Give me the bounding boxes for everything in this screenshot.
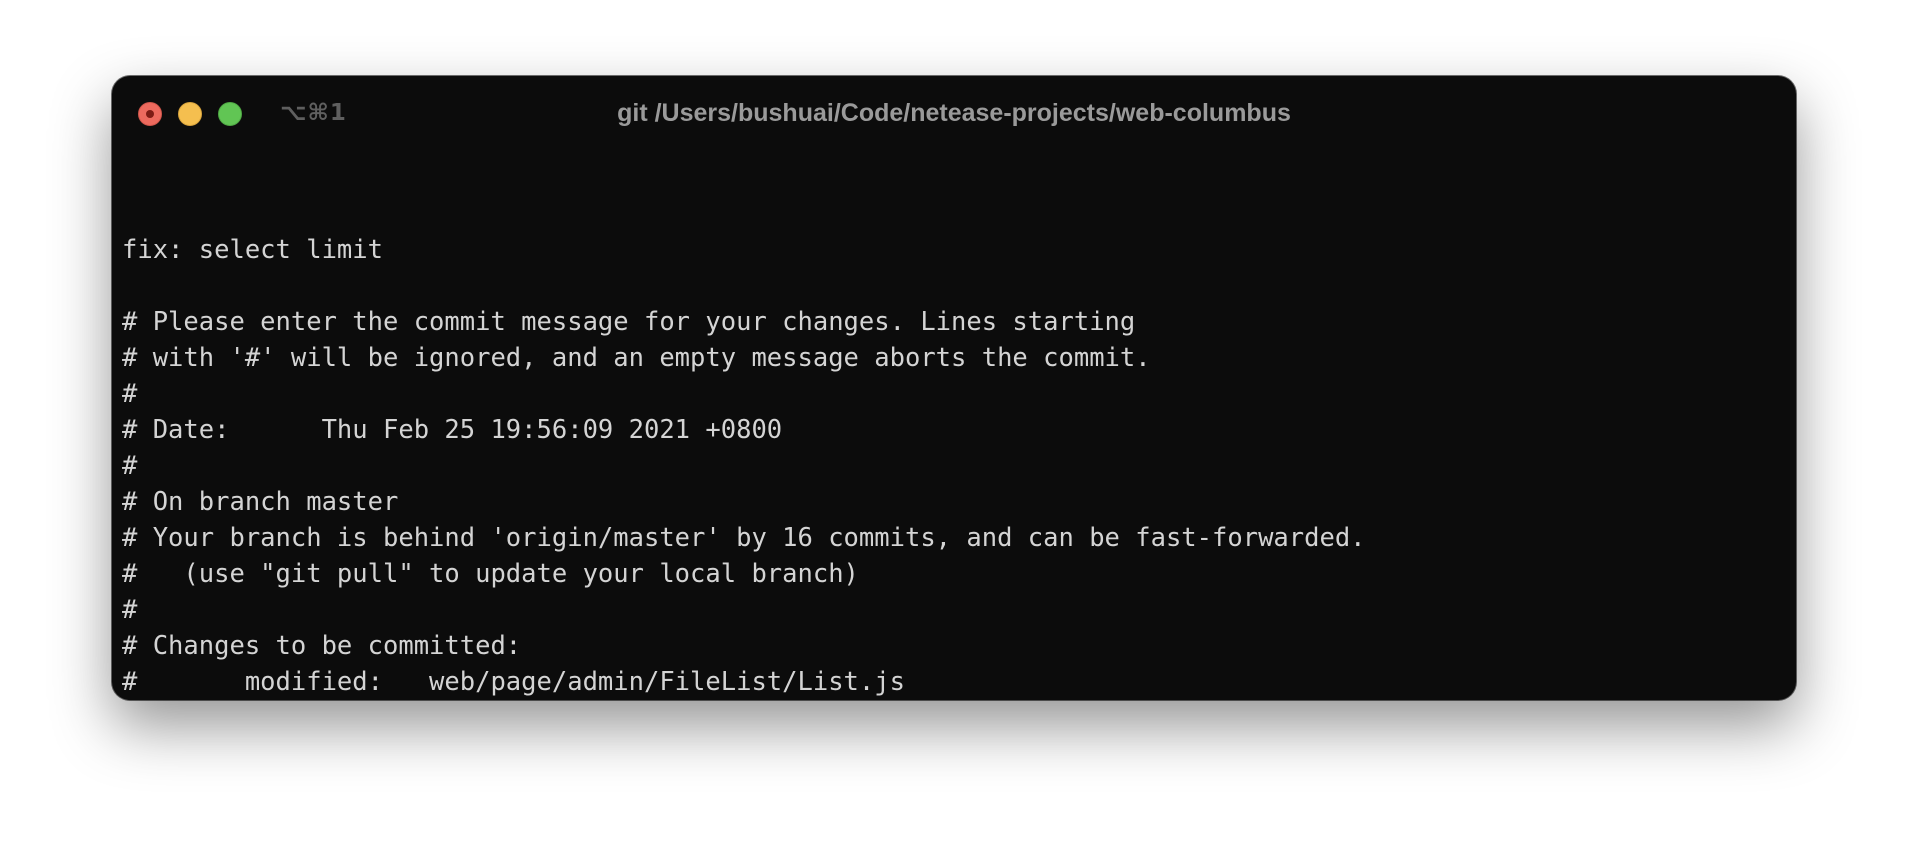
window-title: git /Users/bushuai/Code/netease-projects…: [617, 99, 1291, 127]
terminal-content[interactable]: fix: select limit # Please enter the com…: [122, 232, 1782, 700]
terminal-line: # Please enter the commit message for yo…: [122, 307, 1136, 337]
terminal-line: # Your branch is behind 'origin/master' …: [122, 523, 1366, 553]
terminal-line: fix: select limit: [122, 235, 383, 265]
terminal-line: #: [122, 595, 138, 625]
terminal-line: #: [122, 451, 138, 481]
terminal-line: # with '#' will be ignored, and an empty…: [122, 343, 1151, 373]
terminal-line: # modified: web/page/admin/FileList/List…: [122, 667, 905, 697]
title-bar[interactable]: ⌥⌘1 git /Users/bushuai/Code/netease-proj…: [112, 76, 1796, 154]
terminal-line: # On branch master: [122, 487, 399, 517]
terminal-line: #: [122, 379, 138, 409]
terminal-line: # Changes to be committed:: [122, 631, 522, 661]
terminal-line: # Date: Thu Feb 25 19:56:09 2021 +0800: [122, 415, 783, 445]
terminal-line: # (use "git pull" to update your local b…: [122, 559, 859, 589]
terminal-window: ⌥⌘1 git /Users/bushuai/Code/netease-proj…: [112, 76, 1796, 700]
